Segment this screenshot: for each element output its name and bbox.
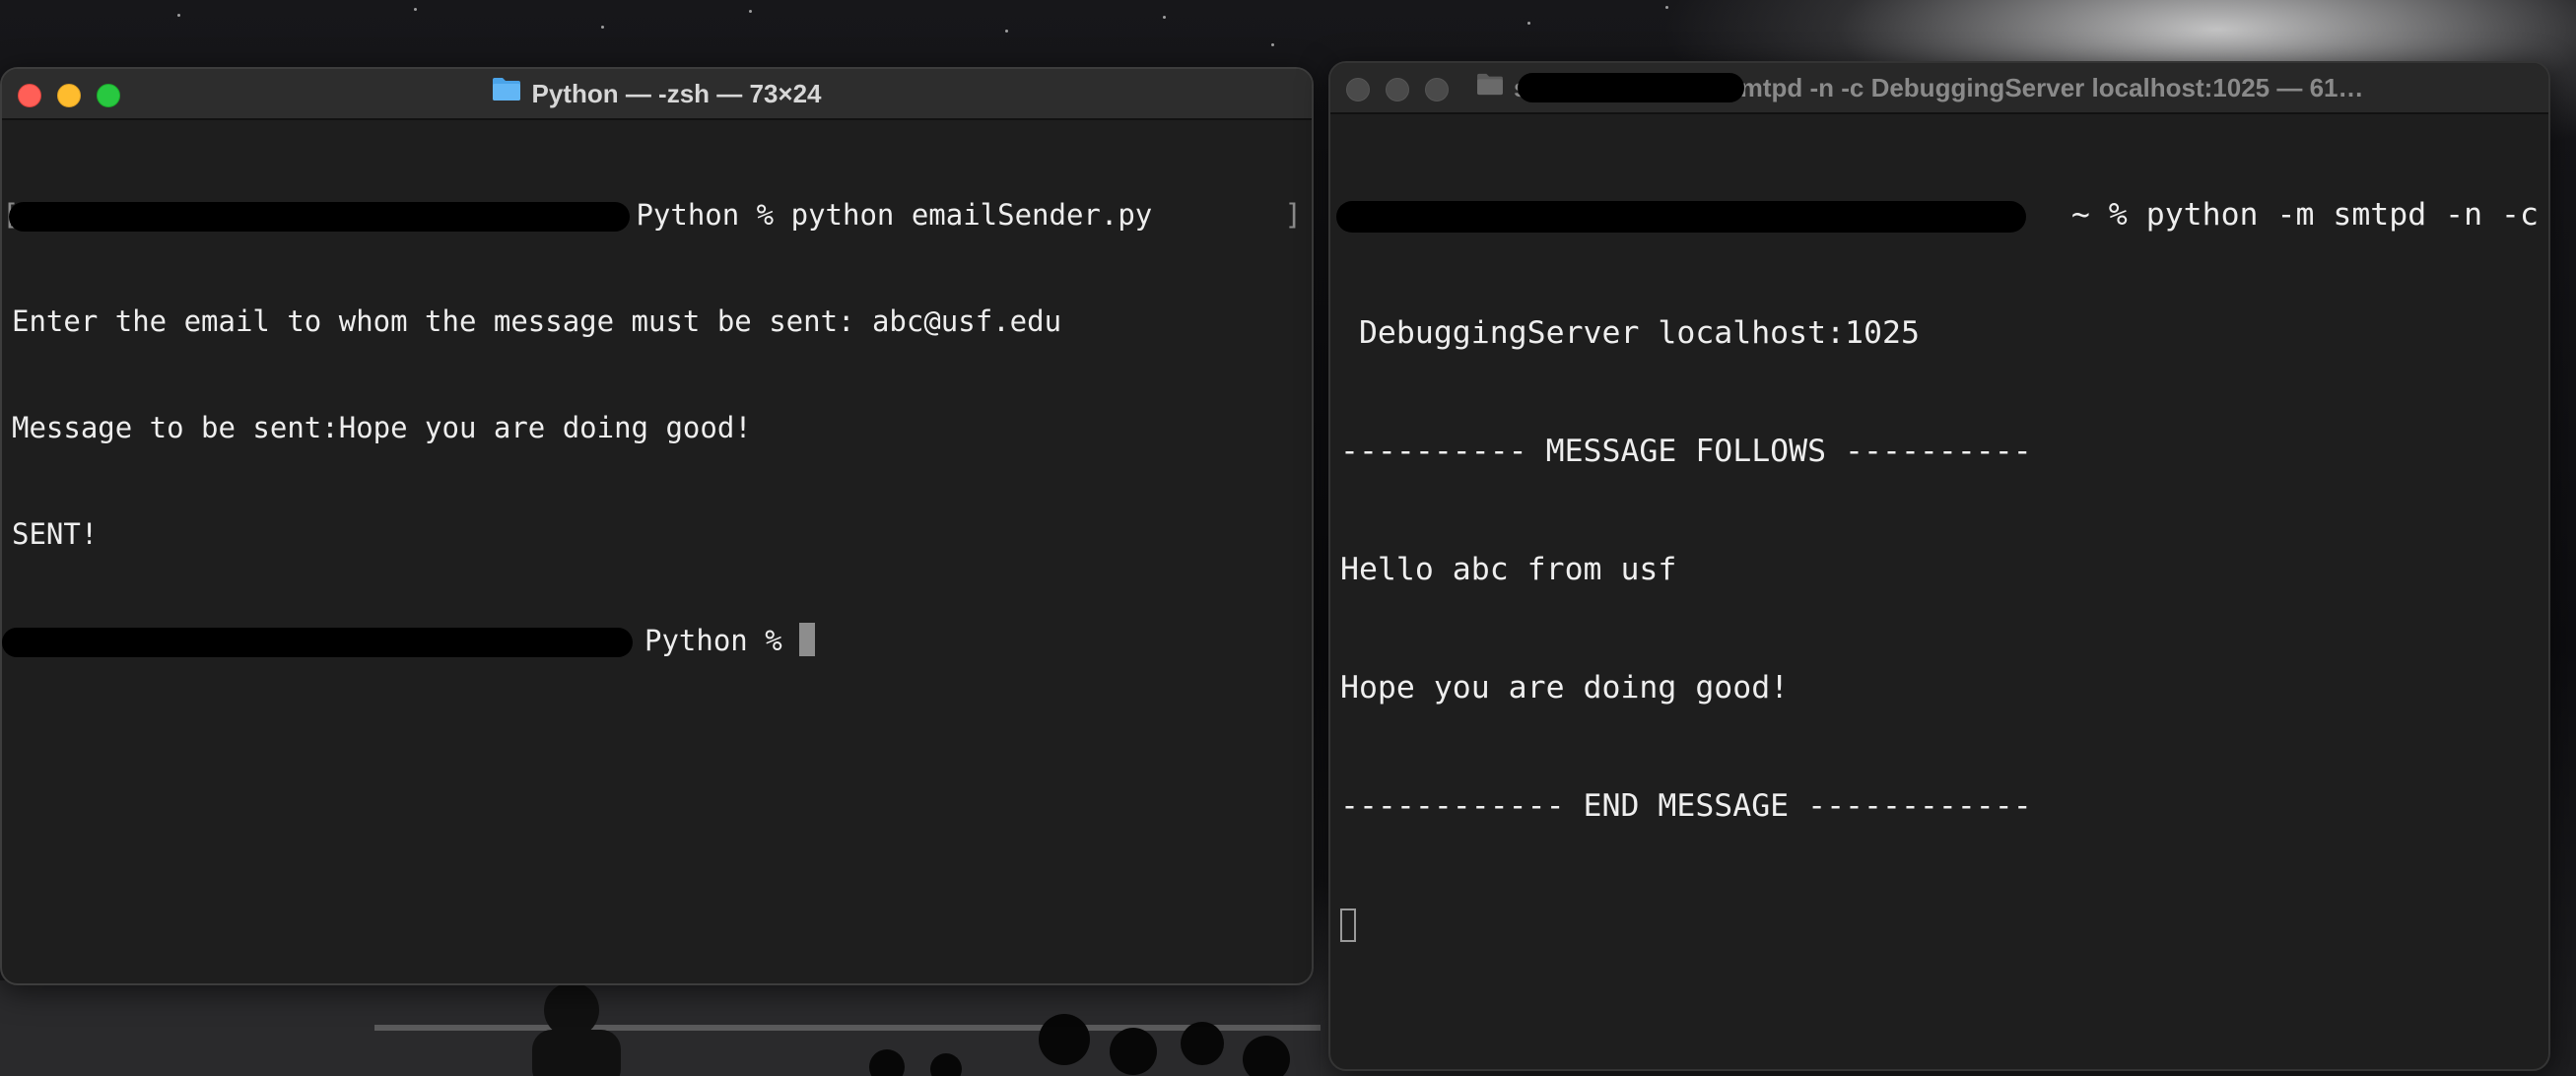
cursor-line[interactable] [1340,905,2539,944]
close-button[interactable] [1346,78,1370,101]
title-bar[interactable]: Python — -zsh — 73×24 [2,69,1312,120]
star-decoration [414,8,417,11]
prompt-text: Python % [644,624,782,657]
command-line: ~ % python -m smtpd -n -c [1336,195,2539,235]
command-continuation-line: DebuggingServer localhost:1025 [1340,315,1920,351]
message-body-line-1: Hello abc from usf [1340,552,1677,587]
redacted-hostname [1336,201,2026,233]
text-cursor [799,623,816,656]
bracket-close: ] [1284,198,1302,232]
final-prompt-line[interactable]: Python % [2,623,1302,658]
redacted-title-segment [1518,73,1744,102]
email-prompt-line: Enter the email to whom the message must… [12,304,1062,338]
redacted-hostname [9,202,631,232]
sent-status-line: SENT! [12,517,99,551]
star-decoration [1005,30,1008,33]
message-follows-line: ---------- MESSAGE FOLLOWS ---------- [1340,434,2032,469]
star-decoration [1271,43,1274,46]
maximize-button[interactable] [1425,78,1449,101]
redacted-hostname [2,628,633,657]
terminal-output[interactable]: [Python % python emailSender.py] Enter t… [2,120,1312,729]
star-decoration [1163,16,1166,19]
star-decoration [749,10,752,13]
minimize-button[interactable] [1386,78,1409,101]
terminal-window-smtp-server[interactable]: s… — Python -m smtpd -n -c DebuggingServ… [1328,61,2550,1071]
command-text: Python % python emailSender.py [636,198,1153,232]
end-message-line: ------------ END MESSAGE ------------ [1340,788,2032,824]
star-decoration [1527,22,1530,25]
window-title-text: Python — -zsh — 73×24 [531,79,822,108]
folder-icon [1476,63,1504,111]
window-title: Python — -zsh — 73×24 [2,69,1312,118]
command-text: ~ % python -m smtpd -n -c [2070,197,2539,233]
message-body-line-2: Hope you are doing good! [1340,670,1790,706]
folder-icon [492,69,521,117]
title-bar[interactable]: s… — Python -m smtpd -n -c DebuggingServ… [1330,63,2548,114]
terminal-window-email-sender[interactable]: Python — -zsh — 73×24 [Python % python e… [0,67,1314,985]
message-line: Message to be sent:Hope you are doing go… [12,411,752,444]
star-decoration [1665,6,1668,9]
text-cursor [1340,908,1356,942]
star-decoration [601,26,604,29]
audience-silhouettes [0,980,1321,1076]
star-decoration [177,14,180,17]
terminal-output[interactable]: ~ % python -m smtpd -n -c DebuggingServe… [1330,114,2548,1023]
command-line: [Python % python emailSender.py] [2,197,1302,233]
